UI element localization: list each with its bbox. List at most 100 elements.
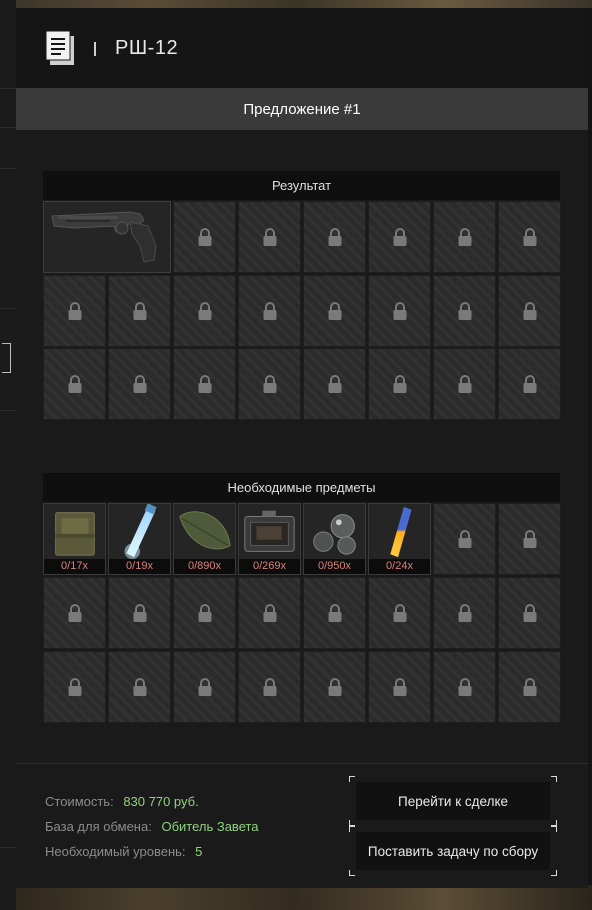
lock-icon <box>393 302 406 320</box>
required-item-slot[interactable]: 0/19x <box>108 503 171 575</box>
go-to-deal-label: Перейти к сделке <box>397 793 509 809</box>
locked-slot <box>108 348 171 420</box>
locked-slot <box>368 348 431 420</box>
lock-icon <box>328 678 341 696</box>
cost-row: Стоимость: 830 770 руб. <box>45 794 199 809</box>
offer-tab[interactable]: Предложение #1 <box>16 88 588 130</box>
locked-slot <box>303 201 366 273</box>
locked-slot <box>498 348 561 420</box>
lock-icon <box>133 678 146 696</box>
footer-divider <box>16 763 588 764</box>
level-value: 5 <box>195 844 203 859</box>
locked-slot <box>303 275 366 347</box>
required-item-slot[interactable]: 0/950x <box>303 503 366 575</box>
level-label: Необходимый уровень: <box>45 844 186 859</box>
left-panel-edge <box>0 0 16 910</box>
lock-icon <box>458 530 471 548</box>
lock-icon <box>263 228 276 246</box>
lock-icon <box>328 302 341 320</box>
left-bracket-marker <box>2 343 11 373</box>
locked-slot <box>173 201 236 273</box>
required-item-slot[interactable]: 0/17x <box>43 503 106 575</box>
lock-icon <box>328 604 341 622</box>
base-value: Обитель Завета <box>161 819 259 834</box>
required-item-slot[interactable]: 0/269x <box>238 503 301 575</box>
locked-slot <box>433 201 496 273</box>
base-label: База для обмена: <box>45 819 152 834</box>
locked-slot <box>433 651 496 723</box>
item-count: 0/890x <box>174 559 235 574</box>
locked-slot <box>173 275 236 347</box>
title-separator <box>94 42 96 56</box>
lock-icon <box>328 375 341 393</box>
locked-slot <box>43 348 106 420</box>
locked-slot <box>43 275 106 347</box>
set-task-label: Поставить задачу по сбору <box>367 843 539 859</box>
lock-icon <box>133 302 146 320</box>
lock-icon <box>133 375 146 393</box>
required-heading: Необходимые предметы <box>43 473 560 502</box>
lock-icon <box>198 228 211 246</box>
lock-icon <box>458 228 471 246</box>
locked-slot <box>238 275 301 347</box>
lock-icon <box>68 302 81 320</box>
lock-icon <box>263 375 276 393</box>
set-collection-task-button[interactable]: Поставить задачу по сбору <box>349 826 557 876</box>
locked-slot <box>173 577 236 649</box>
lock-icon <box>523 604 536 622</box>
lock-icon <box>458 375 471 393</box>
locked-slot <box>173 651 236 723</box>
lock-icon <box>198 678 211 696</box>
locked-slot <box>498 577 561 649</box>
lock-icon <box>523 228 536 246</box>
locked-slot <box>303 651 366 723</box>
item-count: 0/17x <box>44 559 105 574</box>
item-count: 0/269x <box>239 559 300 574</box>
lock-icon <box>263 604 276 622</box>
offer-label: Предложение #1 <box>243 100 361 118</box>
leaf-icon <box>179 511 231 550</box>
go-to-deal-button[interactable]: Перейти к сделке <box>349 776 557 826</box>
lock-icon <box>133 604 146 622</box>
level-row: Необходимый уровень: 5 <box>45 844 202 859</box>
lock-icon <box>263 302 276 320</box>
lock-icon <box>523 302 536 320</box>
lock-icon <box>198 604 211 622</box>
lock-icon <box>68 678 81 696</box>
locked-slot <box>498 275 561 347</box>
lock-icon <box>523 530 536 548</box>
lock-icon <box>393 604 406 622</box>
lock-icon <box>393 228 406 246</box>
lock-icon <box>523 678 536 696</box>
lock-icon <box>393 375 406 393</box>
window-title: РШ-12 <box>115 37 179 59</box>
locked-slot <box>303 577 366 649</box>
required-item-slot[interactable]: 0/890x <box>173 503 236 575</box>
ammo-box-icon <box>55 512 95 556</box>
lock-icon <box>198 375 211 393</box>
result-item-slot[interactable] <box>43 201 171 273</box>
case-icon <box>244 510 295 552</box>
lock-icon <box>458 302 471 320</box>
required-item-slot[interactable]: 0/24x <box>368 503 431 575</box>
revolver-icon <box>51 211 157 263</box>
locked-slot <box>173 348 236 420</box>
locked-slot <box>108 275 171 347</box>
lock-icon <box>263 678 276 696</box>
locked-slot <box>368 275 431 347</box>
cost-value: 830 770 руб. <box>123 794 199 809</box>
background-strip-top <box>0 0 592 8</box>
locked-slot <box>498 651 561 723</box>
locked-slot <box>433 275 496 347</box>
cost-label: Стоимость: <box>45 794 114 809</box>
locked-slot <box>108 651 171 723</box>
lock-icon <box>523 375 536 393</box>
locked-slot <box>238 201 301 273</box>
locked-slot <box>433 348 496 420</box>
lock-icon <box>458 604 471 622</box>
locked-slot <box>238 651 301 723</box>
lock-icon <box>68 375 81 393</box>
locked-slot <box>433 577 496 649</box>
lock-icon <box>68 604 81 622</box>
base-row: База для обмена: Обитель Завета <box>45 819 259 834</box>
